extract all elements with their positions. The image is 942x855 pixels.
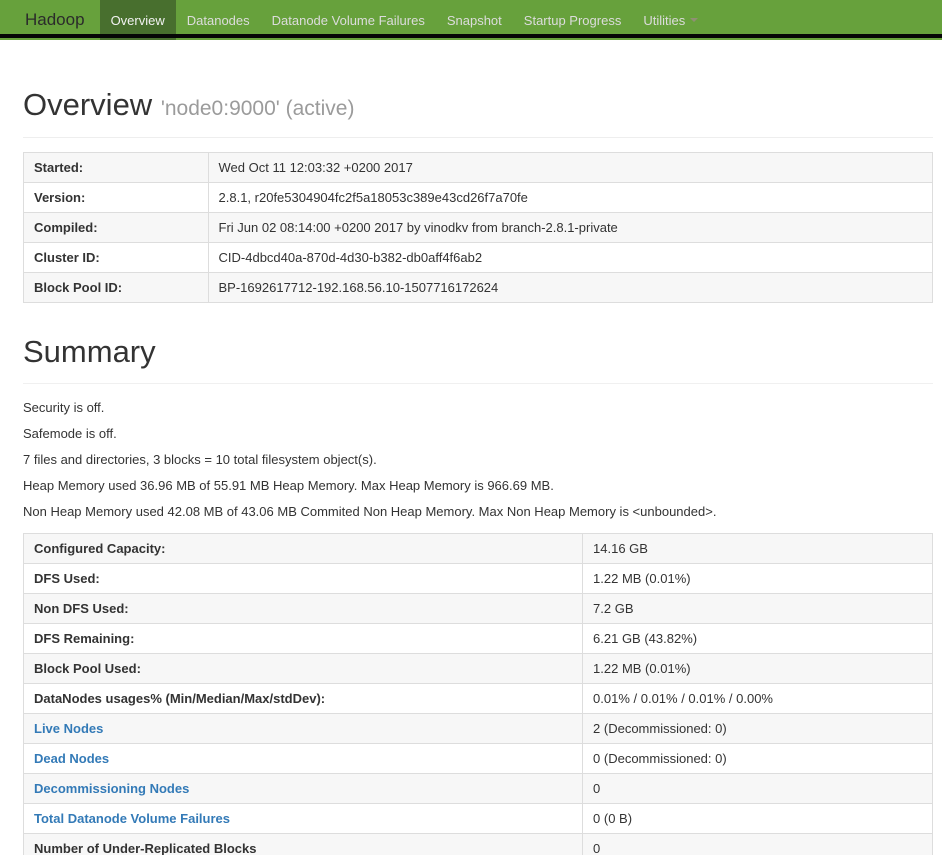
- live-nodes-link[interactable]: Live Nodes: [34, 721, 103, 736]
- table-row-dead-nodes: Dead Nodes 0 (Decommissioned: 0): [22, 743, 933, 774]
- row-label: Total Datanode Volume Failures: [22, 803, 584, 834]
- table-row-compiled: Compiled: Fri Jun 02 08:14:00 +0200 2017 …: [23, 212, 934, 243]
- row-value: 7.2 GB: [582, 593, 933, 624]
- table-row-live-nodes: Live Nodes 2 (Decommissioned: 0): [22, 713, 933, 744]
- row-label: DFS Used:: [22, 563, 584, 594]
- summary-title: Summary: [23, 334, 156, 369]
- table-row-block-pool-used: Block Pool Used: 1.22 MB (0.01%): [22, 653, 933, 684]
- nav-item-label: Datanodes: [186, 12, 250, 28]
- table-row-version: Version: 2.8.1, r20fe5304904fc2f5a18053c3…: [23, 182, 934, 213]
- row-value: Wed Oct 11 12:03:32 +0200 2017: [207, 152, 934, 183]
- row-value: 1.22 MB (0.01%): [582, 563, 933, 594]
- table-row-block-pool-id: Block Pool ID: BP-1692617712-192.168.56.1…: [23, 272, 934, 303]
- row-value: 0: [582, 773, 933, 804]
- nav-item-utilities[interactable]: Utilities: [632, 0, 709, 40]
- summary-line-1: Security is off.: [23, 400, 105, 415]
- row-label: DataNodes usages% (Min/Median/Max/stdDev…: [22, 683, 584, 714]
- navbar-brand[interactable]: Hadoop: [10, 0, 100, 40]
- row-label: Dead Nodes: [22, 743, 584, 774]
- table-row-cluster-id: Cluster ID: CID-4dbcd40a-870d-4d30-b382-d…: [23, 242, 934, 273]
- summary-line-2: Safemode is off.: [23, 426, 117, 441]
- table-row-dfs-used: DFS Used: 1.22 MB (0.01%): [22, 563, 933, 594]
- table-row-datanodes-usages-min-median-max-stddev: DataNodes usages% (Min/Median/Max/stdDev…: [22, 683, 933, 714]
- nav-item-label: Overview: [110, 12, 165, 28]
- nav-item-startup-progress[interactable]: Startup Progress: [513, 0, 633, 40]
- nav-item-label: Startup Progress: [523, 12, 622, 28]
- row-value: 0: [582, 833, 933, 855]
- row-value: 0 (Decommissioned: 0): [582, 743, 933, 774]
- navbar-menu: Overview Datanodes Datanode Volume Failure…: [99, 0, 710, 40]
- total-datanode-volume-failures-link[interactable]: Total Datanode Volume Failures: [34, 811, 230, 826]
- nav-item-datanodes[interactable]: Datanodes: [176, 0, 261, 40]
- nav-item-label: Datanode Volume Failures: [271, 12, 425, 28]
- row-label: Compiled:: [23, 212, 209, 243]
- row-label: Configured Capacity:: [22, 533, 584, 564]
- page-header: Overview 'node0:9000' (active): [23, 87, 933, 138]
- row-label: Started:: [23, 152, 209, 183]
- row-value: 14.16 GB: [582, 533, 933, 564]
- row-label: Number of Under-Replicated Blocks: [22, 833, 584, 855]
- summary-header: Summary: [23, 334, 933, 384]
- row-label: Block Pool Used:: [22, 653, 584, 684]
- row-label: Cluster ID:: [23, 242, 209, 273]
- row-label: Live Nodes: [22, 713, 584, 744]
- row-label: Non DFS Used:: [22, 593, 584, 624]
- nav-item-label: Snapshot: [446, 12, 502, 28]
- row-value: BP-1692617712-192.168.56.10-150771617262…: [207, 272, 934, 303]
- table-row-decommissioning-nodes: Decommissioning Nodes 0: [22, 773, 933, 804]
- table-row-dfs-remaining: DFS Remaining: 6.21 GB (43.82%): [22, 623, 933, 654]
- row-label: DFS Remaining:: [22, 623, 584, 654]
- table-row-non-dfs-used: Non DFS Used: 7.2 GB: [22, 593, 933, 624]
- summary-line-4: Heap Memory used 36.96 MB of 55.91 MB He…: [23, 478, 554, 493]
- row-label: Decommissioning Nodes: [22, 773, 584, 804]
- page-title: Overview: [23, 87, 153, 122]
- row-value: 1.22 MB (0.01%): [582, 653, 933, 684]
- summary-line-3: 7 files and directories, 3 blocks = 10 t…: [23, 452, 377, 467]
- nav-item-snapshot[interactable]: Snapshot: [436, 0, 513, 40]
- table-row-total-datanode-volume-failures: Total Datanode Volume Failures 0 (0 B): [22, 803, 933, 834]
- row-value: 2 (Decommissioned: 0): [582, 713, 933, 744]
- namenode-info-table: Started: Wed Oct 11 12:03:32 +0200 2017 Ve…: [23, 152, 934, 303]
- table-row-number-of-under-replicated-blocks: Number of Under-Replicated Blocks 0: [22, 833, 933, 855]
- decommissioning-nodes-link[interactable]: Decommissioning Nodes: [34, 781, 189, 796]
- row-value: 6.21 GB (43.82%): [582, 623, 933, 654]
- nav-item-overview[interactable]: Overview: [99, 0, 176, 40]
- row-value: CID-4dbcd40a-870d-4d30-b382-db0aff4f6ab2: [207, 242, 934, 273]
- nav-item-datanode-volume-failures[interactable]: Datanode Volume Failures: [261, 0, 436, 40]
- summary-text: Security is off. Safemode is off. 7 files …: [23, 400, 933, 519]
- row-value: 0 (0 B): [582, 803, 933, 834]
- dead-nodes-link[interactable]: Dead Nodes: [34, 751, 109, 766]
- page-content: Overview 'node0:9000' (active) Started: W…: [22, 87, 934, 855]
- table-row-configured-capacity: Configured Capacity: 14.16 GB: [22, 533, 933, 564]
- row-value: 0.01% / 0.01% / 0.01% / 0.00%: [582, 683, 933, 714]
- row-value: Fri Jun 02 08:14:00 +0200 2017 by vinodk…: [207, 212, 934, 243]
- row-label: Version:: [23, 182, 209, 213]
- row-label: Block Pool ID:: [23, 272, 209, 303]
- summary-table: Configured Capacity: 14.16 GB DFS Used: 1.2…: [22, 533, 933, 855]
- page-subtitle: 'node0:9000' (active): [160, 97, 355, 120]
- summary-line-5: Non Heap Memory used 42.08 MB of 43.06 M…: [23, 504, 717, 519]
- table-row-started: Started: Wed Oct 11 12:03:32 +0200 2017: [23, 152, 934, 183]
- row-value: 2.8.1, r20fe5304904fc2f5a18053c389e43cd2…: [207, 182, 934, 213]
- caret-down-icon: [690, 18, 699, 22]
- nav-item-label: Utilities: [643, 12, 686, 28]
- navbar: Hadoop Overview Datanodes Datanode Volume …: [0, 0, 942, 40]
